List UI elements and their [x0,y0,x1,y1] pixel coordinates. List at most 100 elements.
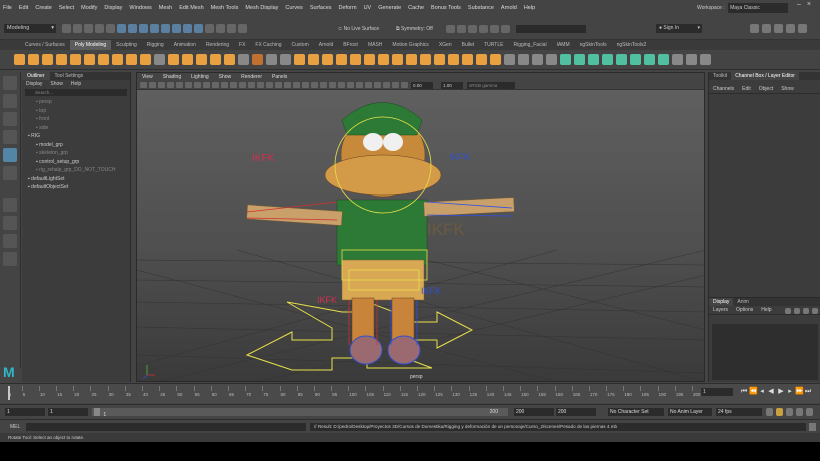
tab-outliner[interactable]: Outliner [22,72,50,80]
step-back-icon[interactable]: ◂ [758,387,766,397]
save-scene-icon[interactable] [84,24,93,33]
viewport-tool-icon[interactable] [158,82,165,88]
shelf-tab-animation[interactable]: Animation [169,40,201,50]
tab-toolkit[interactable]: Toolkit [709,72,731,80]
menu-substance[interactable]: Substance [468,5,494,11]
shelf-tool-icon[interactable] [700,54,711,65]
shelf-tool-icon[interactable] [126,54,137,65]
viewport-tool-icon[interactable] [239,82,246,88]
viewport-tool-icon[interactable] [284,82,291,88]
shelf-tool-icon[interactable] [686,54,697,65]
step-back-key-icon[interactable]: ⏪ [749,387,758,397]
shelf-tool-icon[interactable] [210,54,221,65]
layer-menu-layers[interactable]: Layers [709,306,732,314]
shelf-tab-fx[interactable]: FX [234,40,250,50]
single-perspective-icon[interactable] [3,198,17,212]
shelf-tool-icon[interactable] [112,54,123,65]
viewport-tool-icon[interactable] [320,82,327,88]
scale-tool-icon[interactable] [3,166,17,180]
menu-select[interactable]: Select [59,5,74,11]
minimize-icon[interactable]: – [797,1,801,8]
select-component-icon[interactable] [139,24,148,33]
outliner-item[interactable]: ▪ skeleton_grp [22,149,130,158]
loop-icon[interactable] [766,408,773,416]
workspace-selector[interactable]: Workspace : Maya Classic [697,3,807,13]
shelf-tool-icon[interactable] [84,54,95,65]
outliner-search-input[interactable]: Search... [25,89,127,96]
inner-start-field[interactable]: 1 [48,408,88,416]
live-surface-field[interactable]: ⊂ No Live Surface [338,25,379,33]
viewport-tool-icon[interactable] [383,82,390,88]
menu-curves[interactable]: Curves [285,5,302,11]
menu-edit-mesh[interactable]: Edit Mesh [179,5,203,11]
input-ops-icon[interactable] [227,24,236,33]
modeling-toolkit-icon[interactable] [750,24,759,33]
shelf-tab-poly-modeling[interactable]: Poly Modeling [69,40,112,50]
arnold-icon[interactable] [501,25,510,33]
viewport-tool-icon[interactable] [203,82,210,88]
menu-uv[interactable]: UV [364,5,372,11]
shelf-tab-curves-surfaces[interactable]: Curves / Surfaces [20,40,70,50]
shelf-tab-motion-graphics[interactable]: Motion Graphics [387,40,433,50]
viewport-menu-show[interactable]: Show [214,73,237,81]
input-field[interactable] [516,25,586,33]
mode-dropdown[interactable]: Modeling ▾ [4,24,56,33]
attribute-editor-icon[interactable] [762,24,771,33]
inner-end-field[interactable]: 200 [514,408,554,416]
shelf-tool-icon[interactable] [532,54,543,65]
shelf-tool-icon[interactable] [644,54,655,65]
shelf-tab-arnold[interactable]: Arnold [314,40,338,50]
play-icon[interactable]: ▶ [777,387,785,397]
viewport-tool-icon[interactable] [329,82,336,88]
channel-box-icon[interactable] [786,24,795,33]
colorspace-dropdown[interactable]: sRGB gamma [467,82,515,89]
shelf-tool-icon[interactable] [434,54,445,65]
start-time-field[interactable]: 1 [5,408,45,416]
outliner-menu-show[interactable]: Show [46,80,67,88]
shelf-tool-icon[interactable] [420,54,431,65]
step-forward-icon[interactable]: ▸ [786,387,794,397]
shelf-tab-mash[interactable]: MASH [363,40,387,50]
viewport-tool-icon[interactable] [149,82,156,88]
shelf-tab-ngskintools[interactable]: ngSkinTools [575,40,612,50]
shelf-tab-custom[interactable]: Custom [287,40,314,50]
menu-surfaces[interactable]: Surfaces [310,5,332,11]
shelf-tool-icon[interactable] [308,54,319,65]
menu-mesh[interactable]: Mesh [159,5,172,11]
shelf-tab-sculpting[interactable]: Sculpting [111,40,142,50]
cb-menu-channels[interactable]: Channels [709,85,738,93]
viewport-tool-icon[interactable] [221,82,228,88]
layer-menu-help[interactable]: Help [757,306,775,314]
close-icon[interactable]: × [807,1,811,8]
cb-menu-show[interactable]: Show [777,85,798,93]
menu-create[interactable]: Create [35,5,52,11]
outliner-item[interactable]: ▪ control_setup_grp [22,158,130,167]
shelf-tool-icon[interactable] [294,54,305,65]
outliner-item[interactable]: ▪ front [22,115,130,124]
rotate-tool-icon[interactable] [3,148,17,162]
layout-icon[interactable] [798,24,807,33]
menu-mesh-display[interactable]: Mesh Display [245,5,278,11]
paint-select-icon[interactable] [3,112,17,126]
viewport-tool-icon[interactable] [194,82,201,88]
layer-down-icon[interactable] [794,308,800,314]
cb-menu-object[interactable]: Object [755,85,777,93]
viewport-menu-renderer[interactable]: Renderer [236,73,267,81]
shelf-tool-icon[interactable] [154,54,165,65]
outliner-item[interactable]: ▪ defaultLightSet [22,175,130,184]
shelf-tool-icon[interactable] [476,54,487,65]
shelf-tool-icon[interactable] [392,54,403,65]
redo-icon[interactable] [106,24,115,33]
character-set-dropdown[interactable]: No Character Set [608,408,664,416]
outliner-item[interactable]: ▪ top [22,107,130,116]
shelf-tool-icon[interactable] [350,54,361,65]
shelf-tool-icon[interactable] [448,54,459,65]
menu-deform[interactable]: Deform [339,5,357,11]
ipr-icon[interactable] [468,25,477,33]
shelf-tab-rigging-facial[interactable]: Rigging_Facial [508,40,551,50]
viewport-menu-lighting[interactable]: Lighting [186,73,214,81]
shelf-tab-xgen[interactable]: XGen [434,40,457,50]
shelf-tab-bfrost[interactable]: BFrost [338,40,363,50]
persp-outliner-icon[interactable] [3,234,17,248]
menu-file[interactable]: File [3,5,12,11]
